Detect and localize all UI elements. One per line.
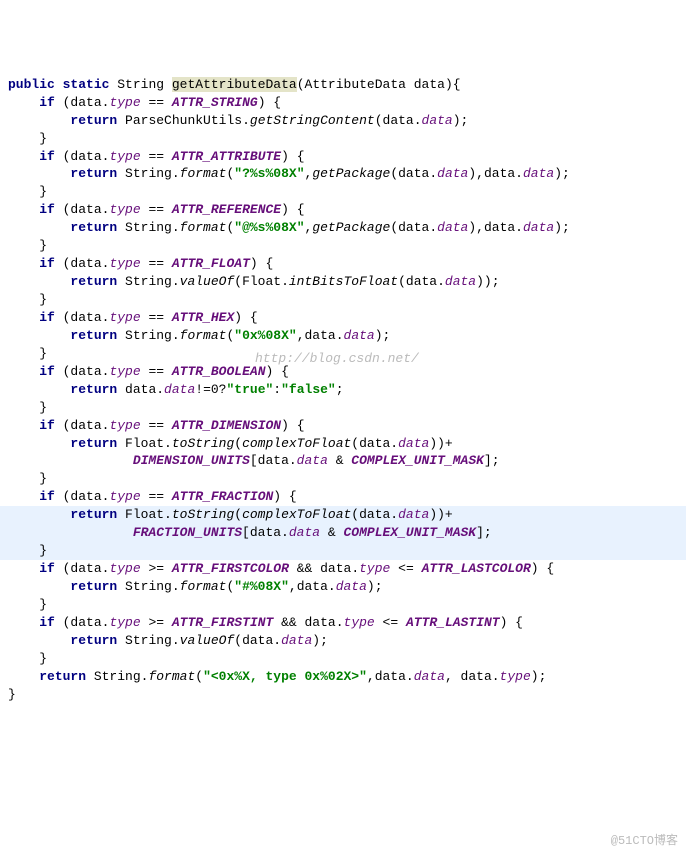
const-attr-boolean: ATTR_BOOLEAN (172, 364, 266, 379)
method-format: format (180, 166, 227, 181)
method-getpackage: getPackage (312, 220, 390, 235)
keyword-return: return (70, 633, 117, 648)
string-color: "#%08X" (234, 579, 289, 594)
field-data: data (398, 436, 429, 451)
const-attr-reference: ATTR_REFERENCE (172, 202, 281, 217)
field-data: data (414, 669, 445, 684)
const-attr-attribute: ATTR_ATTRIBUTE (172, 149, 281, 164)
keyword-return: return (70, 166, 117, 181)
keyword-if: if (39, 256, 55, 271)
type-string: String (117, 77, 164, 92)
keyword-if: if (39, 364, 55, 379)
const-attr-lastint: ATTR_LASTINT (406, 615, 500, 630)
field-data: data (523, 220, 554, 235)
const-attr-hex: ATTR_HEX (172, 310, 234, 325)
field-type: type (109, 256, 140, 271)
string-ref: "@%s%08X" (234, 220, 304, 235)
keyword-if: if (39, 149, 55, 164)
method-intbitstofloat: intBitsToFloat (289, 274, 398, 289)
keyword-if: if (39, 418, 55, 433)
const-complex-unit-mask: COMPLEX_UNIT_MASK (343, 525, 476, 540)
field-type: type (109, 149, 140, 164)
keyword-return: return (70, 507, 117, 522)
field-data: data (297, 453, 328, 468)
field-data: data (422, 113, 453, 128)
param-name: data (414, 77, 445, 92)
string-true: "true" (226, 382, 273, 397)
const-attr-string: ATTR_STRING (172, 95, 258, 110)
field-data: data (336, 579, 367, 594)
string-false: "false" (281, 382, 336, 397)
const-complex-unit-mask: COMPLEX_UNIT_MASK (351, 453, 484, 468)
field-type: type (109, 615, 140, 630)
field-data: data (289, 525, 320, 540)
keyword-return: return (70, 579, 117, 594)
const-dimension-units: DIMENSION_UNITS (133, 453, 250, 468)
highlighted-line: return Float.toString(complexToFloat(dat… (0, 506, 686, 560)
string-attr: "?%s%08X" (234, 166, 304, 181)
method-getstringcontent: getStringContent (250, 113, 375, 128)
field-type: type (109, 202, 140, 217)
field-type: type (500, 669, 531, 684)
keyword-public: public (8, 77, 55, 92)
const-attr-firstint: ATTR_FIRSTINT (172, 615, 273, 630)
method-name: getAttributeData (172, 77, 297, 92)
const-attr-dimension: ATTR_DIMENSION (172, 418, 281, 433)
string-hex: "0x%08X" (234, 328, 296, 343)
method-valueof: valueOf (180, 274, 235, 289)
field-type: type (109, 310, 140, 325)
keyword-return: return (70, 220, 117, 235)
code-block: public static String getAttributeData(At… (8, 76, 678, 704)
const-attr-fraction: ATTR_FRACTION (172, 489, 273, 504)
const-fraction-units: FRACTION_UNITS (133, 525, 242, 540)
field-data: data (344, 328, 375, 343)
field-data: data (437, 220, 468, 235)
keyword-static: static (63, 77, 110, 92)
method-format: format (148, 669, 195, 684)
field-type: type (109, 489, 140, 504)
keyword-if: if (39, 561, 55, 576)
field-type: type (344, 615, 375, 630)
const-attr-lastcolor: ATTR_LASTCOLOR (422, 561, 531, 576)
method-complextofloat: complexToFloat (242, 436, 351, 451)
keyword-if: if (39, 202, 55, 217)
method-format: format (180, 579, 227, 594)
field-data: data (437, 166, 468, 181)
keyword-if: if (39, 310, 55, 325)
method-format: format (180, 220, 227, 235)
method-getpackage: getPackage (312, 166, 390, 181)
field-data: data (281, 633, 312, 648)
field-data: data (445, 274, 476, 289)
keyword-return: return (39, 669, 86, 684)
field-type: type (109, 95, 140, 110)
field-type: type (109, 418, 140, 433)
const-attr-float: ATTR_FLOAT (172, 256, 250, 271)
param-type: AttributeData (305, 77, 406, 92)
keyword-return: return (70, 113, 117, 128)
const-attr-firstcolor: ATTR_FIRSTCOLOR (172, 561, 289, 576)
field-type: type (109, 364, 140, 379)
method-tostring: toString (172, 507, 234, 522)
field-data: data (164, 382, 195, 397)
method-format: format (180, 328, 227, 343)
field-data: data (523, 166, 554, 181)
keyword-if: if (39, 489, 55, 504)
class-parsechunkutils: ParseChunkUtils (125, 113, 242, 128)
method-valueof: valueOf (180, 633, 235, 648)
field-type: type (109, 561, 140, 576)
keyword-if: if (39, 95, 55, 110)
keyword-if: if (39, 615, 55, 630)
keyword-return: return (70, 382, 117, 397)
keyword-return: return (70, 274, 117, 289)
method-complextofloat: complexToFloat (242, 507, 351, 522)
keyword-return: return (70, 328, 117, 343)
field-type: type (359, 561, 390, 576)
method-tostring: toString (172, 436, 234, 451)
field-data: data (398, 507, 429, 522)
watermark-51cto: @51CTO博客 (611, 833, 678, 850)
string-last: "<0x%X, type 0x%02X>" (203, 669, 367, 684)
keyword-return: return (70, 436, 117, 451)
